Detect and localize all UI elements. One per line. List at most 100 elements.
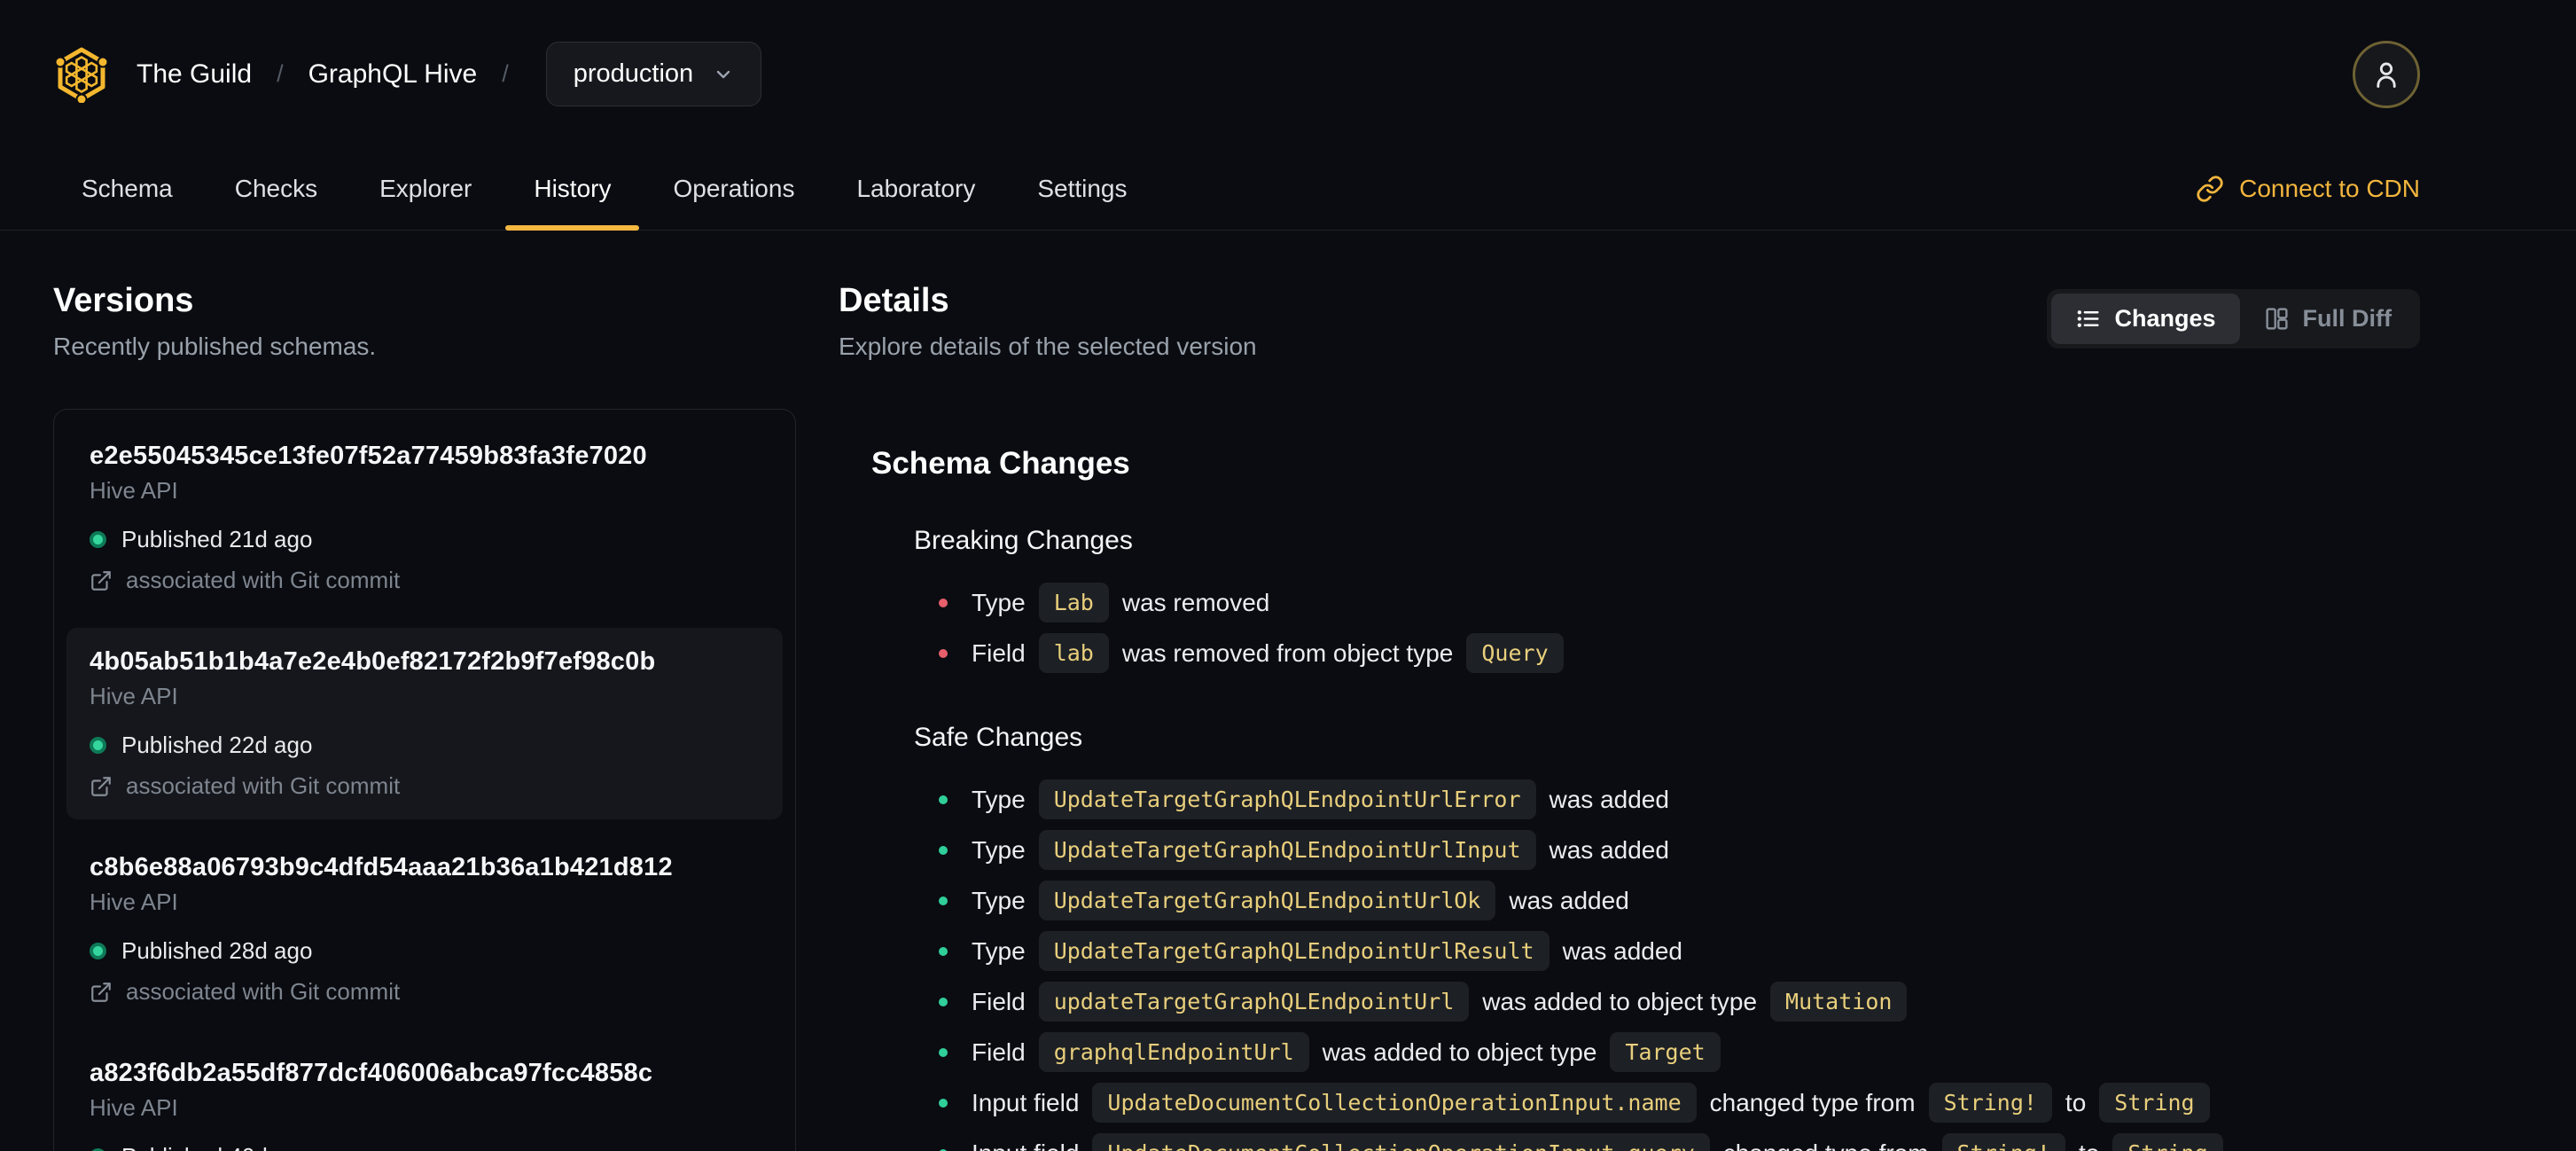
schema-change-item: Type UpdateTargetGraphQLEndpointUrlResul… bbox=[939, 926, 2420, 976]
change-text: Type bbox=[972, 835, 1026, 864]
change-text: was added to object type bbox=[1482, 987, 1758, 1015]
details-title: Details bbox=[839, 282, 949, 319]
breaking-changes-list: Type Lab was removed Field lab was remov… bbox=[939, 577, 2420, 678]
published-label: Published 22d ago bbox=[121, 732, 313, 758]
change-text: Type bbox=[972, 785, 1026, 813]
safe-bullet-icon bbox=[939, 896, 948, 905]
breadcrumb-project-link[interactable]: GraphQL Hive bbox=[308, 59, 478, 90]
safe-bullet-icon bbox=[939, 1098, 948, 1108]
breaking-changes-subsection: Breaking Changes Type Lab was removed Fi… bbox=[914, 526, 2420, 1151]
external-link-icon bbox=[91, 776, 111, 796]
schema-changes-title: Schema Changes bbox=[871, 446, 1130, 481]
change-text: changed type from bbox=[1709, 1088, 1916, 1116]
tab-laboratory[interactable]: Laboratory bbox=[828, 148, 1003, 230]
external-link-icon bbox=[91, 570, 111, 591]
view-toggle-group: Changes Full Diff bbox=[2047, 289, 2420, 348]
breadcrumb-separator: / bbox=[277, 60, 284, 87]
breadcrumb-org-link[interactable]: The Guild bbox=[137, 59, 252, 90]
git-commit-link[interactable]: associated with Git commit bbox=[90, 772, 760, 800]
safe-bullet-icon bbox=[939, 845, 948, 855]
target-nav: Schema Checks Explorer History Operation… bbox=[0, 148, 2576, 231]
change-code-chip: UpdateTargetGraphQLEndpointUrlInput bbox=[1038, 830, 1536, 870]
list-icon bbox=[2078, 310, 2100, 327]
change-code-chip: String! bbox=[1941, 1133, 2065, 1151]
change-code-chip: Mutation bbox=[1770, 982, 1908, 1022]
user-icon bbox=[2377, 62, 2396, 88]
changes-toggle-button[interactable]: Changes bbox=[2051, 294, 2240, 344]
change-code-chip: UpdateTargetGraphQLEndpointUrlOk bbox=[1038, 881, 1496, 920]
version-list-item[interactable]: a823f6db2a55df877dcf406006abca97fcc4858c… bbox=[66, 1039, 783, 1151]
git-commit-label: associated with Git commit bbox=[126, 978, 401, 1005]
full-diff-toggle-button[interactable]: Full Diff bbox=[2240, 294, 2416, 344]
details-subtitle: Explore details of the selected version bbox=[839, 333, 1257, 360]
change-code-chip: UpdateTargetGraphQLEndpointUrlError bbox=[1038, 779, 1536, 819]
chevron-down-icon bbox=[716, 70, 730, 78]
published-status-dot bbox=[90, 531, 106, 548]
change-text: to bbox=[2065, 1088, 2087, 1116]
change-code-chip: lab bbox=[1038, 633, 1109, 673]
connect-to-cdn-link[interactable]: Connect to CDN bbox=[2196, 148, 2420, 230]
git-commit-link[interactable]: associated with Git commit bbox=[90, 567, 760, 594]
details-panel: Details Explore details of the selected … bbox=[839, 282, 2420, 1151]
tab-operations[interactable]: Operations bbox=[644, 148, 823, 230]
schema-change-item: Type UpdateTargetGraphQLEndpointUrlInput… bbox=[939, 825, 2420, 875]
version-list-item-selected[interactable]: 4b05ab51b1b4a7e2e4b0ef82172f2b9f7ef98c0b… bbox=[66, 628, 783, 819]
change-code-chip: Query bbox=[1466, 633, 1564, 673]
tab-checks[interactable]: Checks bbox=[207, 148, 346, 230]
breadcrumb: The Guild / GraphQL Hive / production bbox=[137, 42, 762, 106]
published-label: Published 28d ago bbox=[121, 937, 313, 964]
safe-changes-title: Safe Changes bbox=[914, 723, 1083, 752]
version-hash: 4b05ab51b1b4a7e2e4b0ef82172f2b9f7ef98c0b bbox=[90, 647, 656, 676]
change-text: was added bbox=[1562, 936, 1682, 965]
change-text: Input field bbox=[972, 1139, 1079, 1151]
schema-change-item: Type Lab was removed bbox=[939, 577, 2420, 628]
published-label: Published 21d ago bbox=[121, 526, 313, 552]
version-service: Hive API bbox=[90, 477, 178, 504]
change-text: Type bbox=[972, 588, 1026, 616]
schema-change-item: Type UpdateTargetGraphQLEndpointUrlOk wa… bbox=[939, 875, 2420, 926]
schema-changes-section: Schema Changes Breaking Changes Type Lab… bbox=[839, 446, 2420, 1151]
breaking-bullet-icon bbox=[939, 598, 948, 607]
versions-list: e2e55045345ce13fe07f52a77459b83fa3fe7020… bbox=[53, 409, 796, 1151]
version-service: Hive API bbox=[90, 1094, 178, 1121]
user-avatar-button[interactable] bbox=[2353, 40, 2420, 108]
tab-history[interactable]: History bbox=[505, 148, 640, 231]
tab-settings[interactable]: Settings bbox=[1009, 148, 1155, 230]
git-commit-link[interactable]: associated with Git commit bbox=[90, 978, 760, 1006]
changes-toggle-label: Changes bbox=[2114, 305, 2216, 332]
schema-change-item: Input field UpdateDocumentCollectionOper… bbox=[939, 1128, 2420, 1151]
published-status-dot bbox=[90, 737, 106, 754]
change-code-chip: UpdateTargetGraphQLEndpointUrlResult bbox=[1038, 931, 1550, 971]
target-selector-dropdown[interactable]: production bbox=[545, 42, 762, 106]
version-hash: a823f6db2a55df877dcf406006abca97fcc4858c bbox=[90, 1059, 653, 1087]
change-text: was removed bbox=[1121, 588, 1270, 616]
change-code-chip: Target bbox=[1610, 1032, 1721, 1072]
version-hash: e2e55045345ce13fe07f52a77459b83fa3fe7020 bbox=[90, 442, 647, 470]
external-link-icon bbox=[91, 982, 111, 1002]
change-text: changed type from bbox=[1723, 1139, 1929, 1151]
schema-change-item: Field graphqlEndpointUrl was added to ob… bbox=[939, 1027, 2420, 1077]
version-list-item[interactable]: c8b6e88a06793b9c4dfd54aaa21b36a1b421d812… bbox=[66, 834, 783, 1025]
main-content: Versions Recently published schemas. e2e… bbox=[0, 231, 2576, 1151]
change-text: Type bbox=[972, 886, 1026, 914]
change-text: was added to object type bbox=[1322, 1037, 1597, 1066]
full-diff-toggle-label: Full Diff bbox=[2302, 305, 2392, 332]
change-text: Type bbox=[972, 936, 1026, 965]
nav-tabs: Schema Checks Explorer History Operation… bbox=[53, 148, 1156, 231]
version-service: Hive API bbox=[90, 683, 178, 709]
safe-bullet-icon bbox=[939, 997, 948, 1006]
safe-bullet-icon bbox=[939, 946, 948, 956]
tab-explorer[interactable]: Explorer bbox=[351, 148, 500, 230]
change-code-chip: graphqlEndpointUrl bbox=[1038, 1032, 1309, 1072]
change-text: was added bbox=[1549, 835, 1669, 864]
versions-subtitle: Recently published schemas. bbox=[53, 333, 377, 360]
tab-schema[interactable]: Schema bbox=[53, 148, 201, 230]
published-label: Published 40d ago bbox=[121, 1143, 312, 1151]
breaking-bullet-icon bbox=[939, 648, 948, 658]
change-text: was removed from object type bbox=[1121, 638, 1454, 667]
change-text: was added bbox=[1509, 886, 1629, 914]
change-text: Field bbox=[972, 1037, 1026, 1066]
version-list-item[interactable]: e2e55045345ce13fe07f52a77459b83fa3fe7020… bbox=[66, 422, 783, 614]
hive-logo-icon[interactable] bbox=[53, 46, 110, 103]
change-code-chip: String! bbox=[1928, 1083, 2052, 1123]
